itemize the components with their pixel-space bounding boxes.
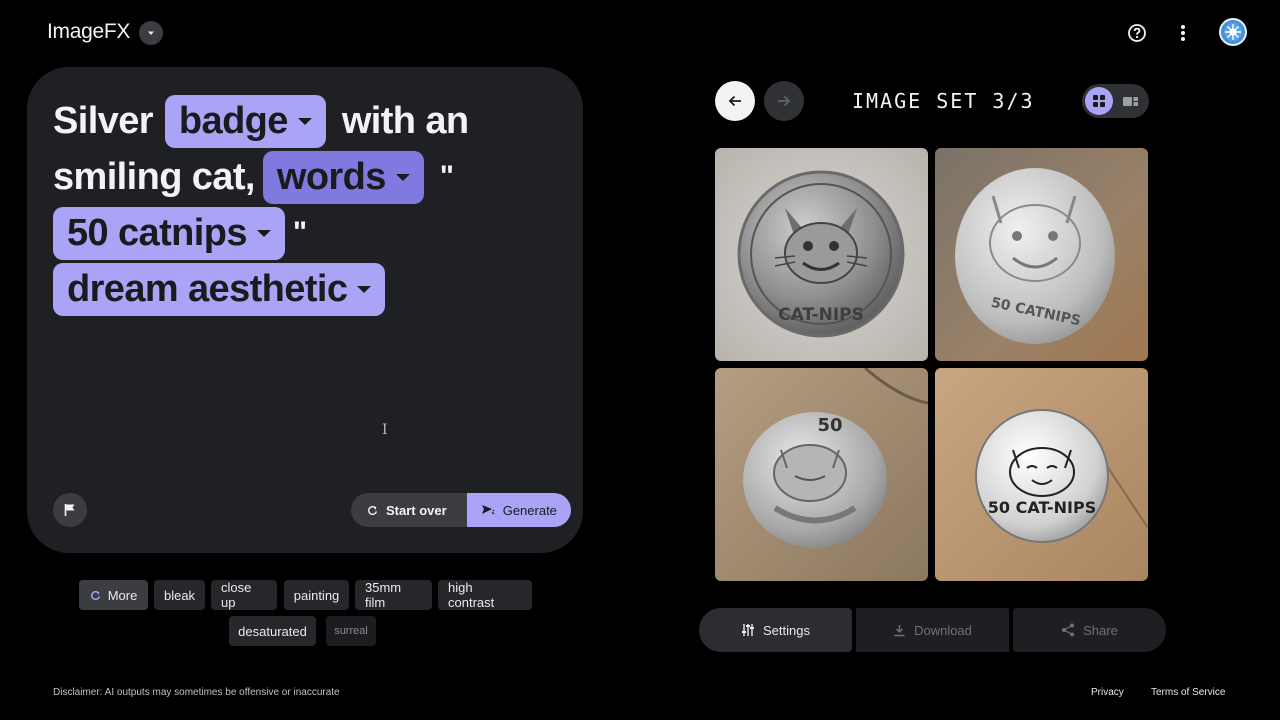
terms-link[interactable]: Terms of Service — [1151, 687, 1225, 698]
arrow-left-icon — [728, 95, 741, 107]
app-title[interactable]: ImageFX — [47, 20, 130, 44]
suggestion-chip-desaturated[interactable]: desaturated — [229, 616, 316, 646]
download-label: Download — [914, 622, 972, 638]
generate-label: Generate — [502, 502, 557, 518]
prompt-actions: Start over Generate — [351, 493, 571, 527]
text-cursor-icon: I — [382, 422, 388, 438]
prompt-line-2: smiling cat, words " — [53, 149, 553, 205]
prompt-line-1: Silver badge with an — [53, 93, 553, 149]
settings-label: Settings — [763, 622, 810, 638]
badge-image-2: 50 CATNIPS — [935, 148, 1148, 361]
caret-down-icon — [297, 117, 312, 125]
prompt-text: Silver — [53, 99, 154, 142]
more-vert-icon — [1181, 25, 1185, 41]
more-suggestions-button[interactable]: More — [79, 580, 148, 610]
grid-view-button[interactable] — [1085, 87, 1113, 115]
prompt-text: with an — [341, 99, 469, 142]
caret-down-icon — [357, 285, 372, 293]
previous-set-button[interactable] — [715, 81, 755, 121]
generated-image-4[interactable]: 50 CAT-NIPS — [935, 368, 1148, 581]
caret-down-icon — [395, 173, 410, 181]
generated-image-2[interactable]: 50 CATNIPS — [935, 148, 1148, 361]
tune-icon — [742, 624, 754, 636]
badge-text: 50 CAT-NIPS — [988, 498, 1097, 517]
refresh-icon — [90, 590, 100, 600]
more-menu-button[interactable] — [1171, 21, 1195, 45]
grid-view-icon — [1093, 95, 1105, 107]
chip-label: badge — [178, 99, 289, 142]
settings-button[interactable]: Settings — [699, 608, 852, 652]
carousel-view-icon — [1122, 96, 1138, 106]
prompt-line-3: 50 catnips " — [53, 205, 553, 261]
app-switcher-button[interactable] — [139, 21, 163, 45]
avatar[interactable] — [1219, 18, 1247, 46]
flag-icon — [64, 504, 75, 516]
generate-button[interactable]: Generate — [466, 493, 571, 527]
help-icon — [1128, 24, 1146, 42]
prompt-chip-50-catnips[interactable]: 50 catnips — [53, 206, 285, 260]
badge-image-1: CAT-NIPS — [715, 148, 928, 361]
share-button[interactable]: Share — [1013, 608, 1166, 652]
download-button[interactable]: Download — [856, 608, 1009, 652]
prompt-editor[interactable]: Silver badge with an smiling cat, words … — [53, 93, 553, 317]
suggestion-chip-high-contrast[interactable]: high contrast — [438, 580, 532, 610]
badge-text: CAT-NIPS — [778, 305, 864, 325]
carousel-view-button[interactable] — [1122, 93, 1138, 109]
privacy-link[interactable]: Privacy — [1091, 687, 1124, 698]
suggestion-chip-35mm-film[interactable]: 35mm film — [355, 580, 432, 610]
prompt-chip-dream-aesthetic[interactable]: dream aesthetic — [53, 262, 386, 316]
badge-image-4: 50 CAT-NIPS — [935, 368, 1148, 581]
badge-text: 50 — [817, 415, 842, 436]
disclaimer-text: Disclaimer: AI outputs may sometimes be … — [53, 687, 340, 698]
avatar-icon — [1224, 23, 1242, 41]
prompt-line-4: dream aesthetic — [53, 261, 553, 317]
caret-down-icon — [256, 229, 271, 237]
start-over-button[interactable]: Start over — [351, 493, 467, 527]
arrow-right-icon — [778, 95, 791, 107]
image-actions-bar: Settings Download Share — [699, 608, 1166, 652]
view-toggle — [1082, 84, 1149, 118]
help-button[interactable] — [1125, 21, 1149, 45]
image-set-title: IMAGE SET 3/3 — [852, 89, 1035, 113]
generated-image-1[interactable]: CAT-NIPS — [715, 148, 928, 361]
chip-label: words — [276, 155, 387, 198]
share-label: Share — [1083, 622, 1118, 638]
prompt-chip-badge[interactable]: badge — [164, 94, 326, 148]
chip-label: dream aesthetic — [67, 267, 348, 310]
prompt-quote: " — [292, 216, 307, 249]
chevron-down-icon — [148, 31, 154, 35]
report-button[interactable] — [53, 493, 87, 527]
prompt-chip-words[interactable]: words — [262, 150, 424, 204]
suggestion-chip-bleak[interactable]: bleak — [154, 580, 205, 610]
prompt-quote: " — [439, 160, 454, 193]
next-set-button[interactable] — [764, 81, 804, 121]
badge-image-3: 50 — [715, 368, 928, 581]
generate-icon — [481, 505, 495, 515]
more-label: More — [107, 587, 138, 603]
prompt-card: Silver badge with an smiling cat, words … — [27, 67, 583, 553]
generated-image-3[interactable]: 50 — [715, 368, 928, 581]
prompt-text: smiling cat, — [53, 155, 255, 198]
refresh-icon — [368, 505, 378, 515]
suggestion-chip-surreal[interactable]: surreal — [326, 616, 376, 646]
start-over-label: Start over — [386, 502, 447, 518]
share-icon — [1062, 623, 1075, 637]
suggestion-chip-close-up[interactable]: close up — [211, 580, 277, 610]
suggestion-chip-painting[interactable]: painting — [284, 580, 349, 610]
download-icon — [894, 624, 905, 636]
chip-label: 50 catnips — [67, 211, 247, 254]
